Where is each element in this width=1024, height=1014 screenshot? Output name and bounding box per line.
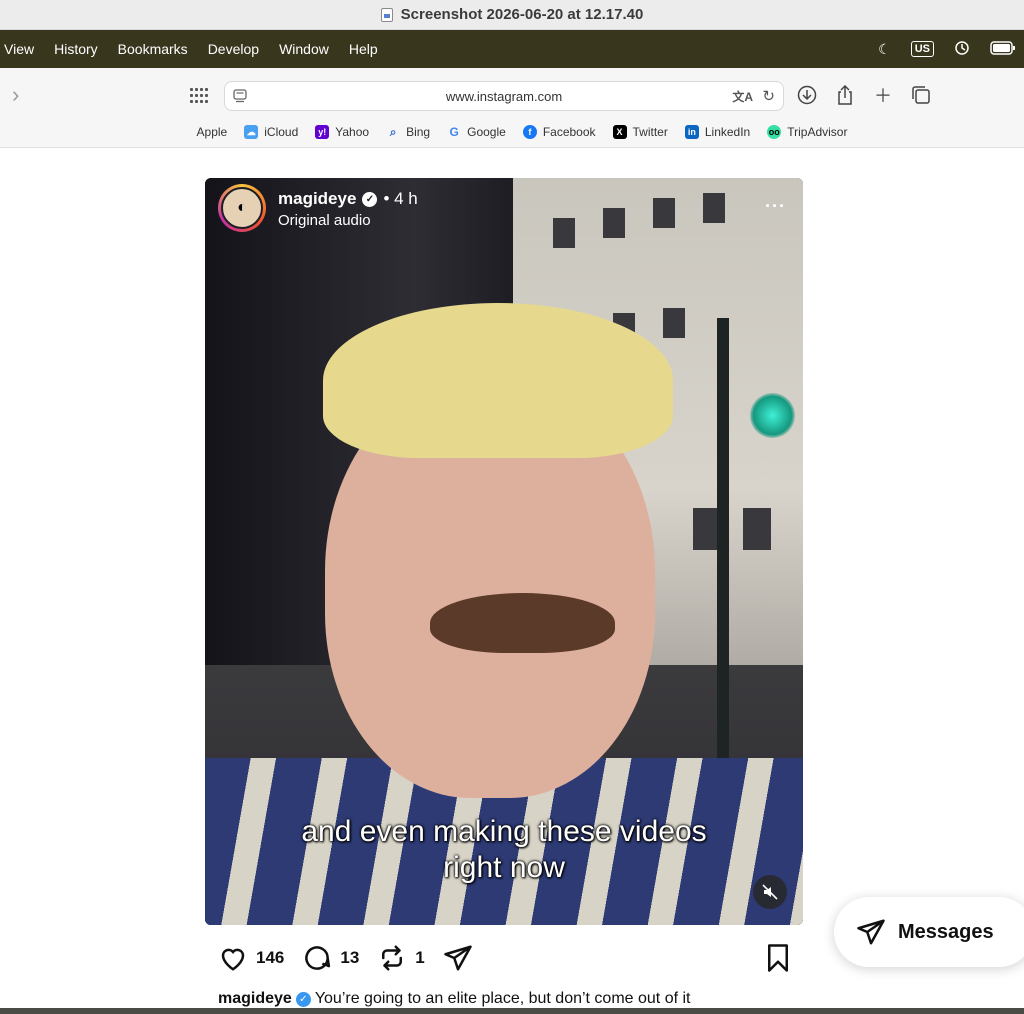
comment-button[interactable]: 13 (302, 943, 359, 973)
translate-icon[interactable]: 文A (732, 88, 753, 105)
menu-view[interactable]: View (0, 41, 44, 57)
favorite-bing[interactable]: ⌕ Bing (386, 124, 430, 140)
username[interactable]: magideye (278, 189, 356, 209)
menu-bookmarks[interactable]: Bookmarks (108, 41, 198, 57)
reader-icon[interactable] (233, 89, 247, 103)
favorite-linkedin[interactable]: in LinkedIn (684, 125, 750, 139)
favorite-tripadvisor[interactable]: oo TripAdvisor (767, 125, 847, 139)
heart-icon (221, 948, 245, 971)
video-mustache (430, 593, 615, 653)
menu-bar: View History Bookmarks Develop Window He… (0, 30, 1024, 68)
send-icon (444, 945, 472, 971)
messages-label: Messages (898, 920, 994, 943)
linkedin-icon: in (684, 125, 699, 139)
reload-icon[interactable]: ↻ (762, 87, 775, 105)
more-options-icon[interactable]: ··· (765, 196, 786, 217)
favorite-twitter[interactable]: X Twitter (612, 125, 668, 139)
video-traffic-light (750, 393, 795, 438)
document-icon (380, 7, 393, 22)
yahoo-icon: y! (315, 125, 330, 139)
share-button[interactable] (443, 943, 473, 973)
apple-icon (177, 125, 191, 139)
video-cap (323, 303, 673, 458)
facebook-icon: f (522, 125, 537, 139)
post-header-user[interactable]: magideye ✓ • 4 h (278, 189, 418, 209)
x-icon: X (612, 125, 627, 139)
tab-overview-icon[interactable] (190, 88, 208, 104)
verified-badge-icon: ✓ (295, 991, 311, 1007)
caption-text: You’re going to an elite place, but don’… (314, 990, 691, 1007)
post-caption: magideye ✓ You’re going to an elite plac… (218, 990, 690, 1008)
favorite-apple[interactable]: Apple (177, 125, 228, 139)
post-actions: 146 13 1 (218, 940, 793, 976)
video-subtitle: and even making these videos right now (301, 815, 707, 884)
favorite-yahoo[interactable]: y! Yahoo (315, 125, 369, 139)
favorites-bar: Apple ☁ iCloud y! Yahoo ⌕ Bing G Google f Fac… (0, 120, 1024, 144)
menu-history[interactable]: History (44, 41, 108, 57)
input-source-indicator[interactable]: US (910, 41, 934, 57)
save-button[interactable] (763, 943, 793, 973)
bookmark-icon (768, 944, 788, 972)
avatar-image: ◐ (221, 187, 263, 229)
repost-button[interactable]: 1 (377, 943, 425, 973)
avatar[interactable]: ◐ (218, 184, 266, 232)
comment-count: 13 (340, 948, 360, 967)
verified-icon: ✓ (362, 191, 378, 207)
battery-icon[interactable] (990, 40, 1016, 58)
caption-username[interactable]: magideye (218, 990, 292, 1008)
url-text[interactable]: www.instagram.com (446, 89, 562, 104)
dock-edge (0, 1008, 1024, 1014)
tabs-icon[interactable] (910, 84, 932, 106)
favorite-facebook[interactable]: f Facebook (522, 125, 596, 139)
comment-icon (305, 946, 331, 970)
favorite-google[interactable]: G Google (447, 125, 505, 139)
new-tab-icon[interactable]: ＋ (872, 84, 894, 106)
time-machine-icon[interactable] (954, 40, 970, 59)
browser-toolbar: › www.instagram.com 文A ↻ ＋ Apple ☁ iCloud… (0, 68, 1024, 148)
mute-icon[interactable] (753, 875, 787, 909)
moon-icon[interactable]: ☾ (878, 41, 891, 58)
forward-chevron-icon[interactable]: › (12, 84, 32, 106)
original-audio-link[interactable]: Original audio (278, 212, 371, 229)
favorite-icloud[interactable]: ☁ iCloud (244, 125, 298, 139)
address-bar[interactable]: www.instagram.com 文A ↻ (224, 81, 784, 111)
cloud-icon: ☁ (244, 125, 259, 139)
post-time: • 4 h (383, 189, 418, 208)
like-button[interactable]: 146 (218, 943, 284, 973)
repost-icon (382, 945, 403, 971)
menu-window[interactable]: Window (269, 41, 339, 57)
send-icon (857, 919, 885, 945)
like-count: 146 (256, 948, 285, 967)
menu-help[interactable]: Help (339, 41, 388, 57)
google-icon: G (449, 125, 459, 139)
downloads-icon[interactable] (796, 84, 818, 106)
repost-count: 1 (415, 948, 425, 967)
window-title: Screenshot 2026-06-20 at 12.17.40 (400, 6, 644, 23)
search-icon: ⌕ (389, 124, 397, 139)
post-video[interactable]: ◐ magideye ✓ • 4 h Original audio ··· an… (205, 178, 803, 925)
share-icon[interactable] (834, 84, 856, 106)
messages-button[interactable]: Messages (834, 897, 1024, 967)
owl-icon: oo (767, 125, 782, 139)
menu-develop[interactable]: Develop (198, 41, 269, 57)
window-titlebar: Screenshot 2026-06-20 at 12.17.40 (0, 0, 1024, 30)
